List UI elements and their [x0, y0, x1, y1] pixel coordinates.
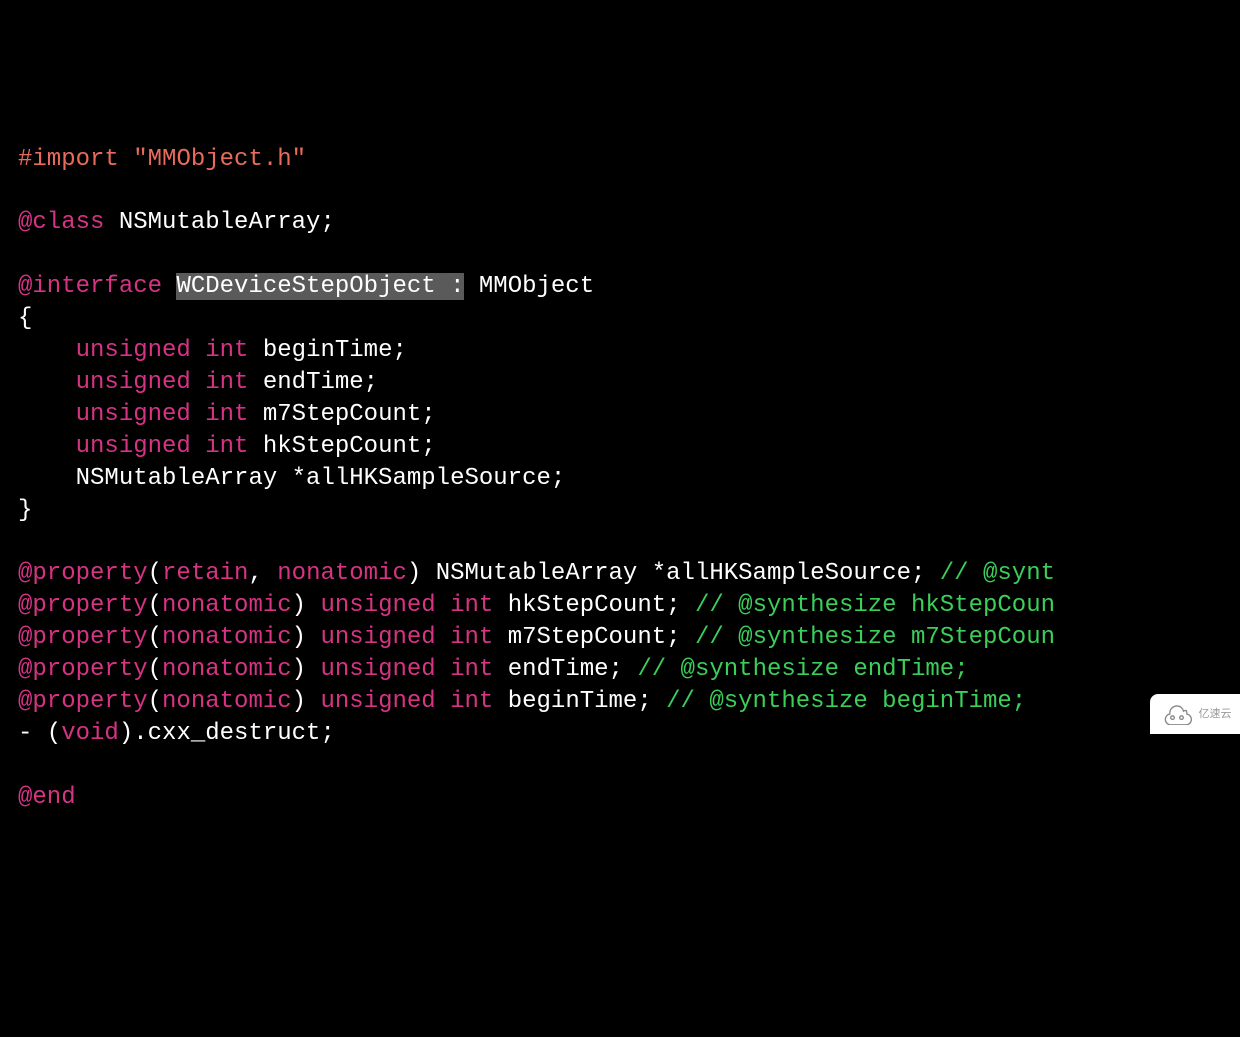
type-keyword: unsigned: [76, 433, 191, 460]
blank-line: [18, 750, 1222, 782]
text: ).cxx_destruct;: [119, 720, 335, 747]
code-line: unsigned int m7StepCount;: [18, 399, 1222, 431]
type-keyword: int: [450, 592, 493, 619]
type-keyword: int: [450, 688, 493, 715]
text: MMObject: [464, 273, 594, 300]
space: [436, 656, 450, 683]
ivar-name: hkStepCount;: [248, 433, 435, 460]
attr: nonatomic: [277, 560, 407, 587]
type-keyword: int: [450, 656, 493, 683]
import-directive: #import: [18, 146, 119, 173]
type-keyword: unsigned: [76, 401, 191, 428]
code-line: @end: [18, 782, 1222, 814]
attr: retain: [162, 560, 248, 587]
keyword: @property: [18, 560, 148, 587]
import-path: "MMObject.h": [133, 146, 306, 173]
indent: [18, 369, 76, 396]
code-line: unsigned int endTime;: [18, 367, 1222, 399]
code-line: @class NSMutableArray;: [18, 207, 1222, 239]
type-keyword: unsigned: [320, 624, 435, 651]
comment: // @synthesize m7StepCoun: [695, 624, 1055, 651]
space: [436, 688, 450, 715]
code-line: }: [18, 495, 1222, 527]
indent: [18, 401, 76, 428]
prop-decl: m7StepCount;: [493, 624, 695, 651]
paren: ): [292, 656, 321, 683]
blank-line: [18, 239, 1222, 271]
text: NSMutableArray;: [104, 209, 334, 236]
keyword: @property: [18, 688, 148, 715]
indent: [18, 337, 76, 364]
code-line: @property(nonatomic) unsigned int hkStep…: [18, 590, 1222, 622]
keyword: @interface: [18, 273, 162, 300]
attr: nonatomic: [162, 624, 292, 651]
comma: ,: [248, 560, 277, 587]
space: [162, 273, 176, 300]
type-keyword: int: [205, 337, 248, 364]
attr: nonatomic: [162, 592, 292, 619]
code-line: @property(nonatomic) unsigned int m7Step…: [18, 622, 1222, 654]
keyword: @property: [18, 592, 148, 619]
blank-line: [18, 527, 1222, 559]
watermark-text: 亿速云: [1199, 709, 1232, 720]
type-keyword: void: [61, 720, 119, 747]
type-keyword: int: [450, 624, 493, 651]
type-keyword: int: [205, 369, 248, 396]
code-line: @property(nonatomic) unsigned int endTim…: [18, 654, 1222, 686]
type-keyword: unsigned: [76, 337, 191, 364]
keyword: @property: [18, 656, 148, 683]
ivar-name: endTime;: [248, 369, 378, 396]
ivar-name: beginTime;: [248, 337, 406, 364]
comment: // @synthesize hkStepCoun: [695, 592, 1055, 619]
code-line: unsigned int hkStepCount;: [18, 431, 1222, 463]
comment: // @synt: [940, 560, 1055, 587]
type-keyword: int: [205, 433, 248, 460]
text: - (: [18, 720, 61, 747]
code-block: #import "MMObject.h" @class NSMutableArr…: [18, 144, 1222, 814]
type-keyword: unsigned: [320, 656, 435, 683]
attr: nonatomic: [162, 688, 292, 715]
attr: nonatomic: [162, 656, 292, 683]
code-line: @interface WCDeviceStepObject : MMObject: [18, 271, 1222, 303]
indent: [18, 433, 76, 460]
indent: [18, 465, 76, 492]
paren: ): [407, 560, 421, 587]
comment: // @synthesize endTime;: [637, 656, 968, 683]
type-keyword: unsigned: [320, 688, 435, 715]
prop-decl: hkStepCount;: [493, 592, 695, 619]
cloud-icon: [1159, 703, 1195, 725]
type-keyword: unsigned: [320, 592, 435, 619]
blank-line: [18, 176, 1222, 208]
paren: ): [292, 624, 321, 651]
prop-decl: endTime;: [493, 656, 637, 683]
keyword: @end: [18, 784, 76, 811]
paren: ): [292, 688, 321, 715]
keyword: @class: [18, 209, 104, 236]
type-keyword: unsigned: [76, 369, 191, 396]
paren: ): [292, 592, 321, 619]
code-line: @property(nonatomic) unsigned int beginT…: [18, 686, 1222, 718]
paren: (: [148, 592, 162, 619]
ivar-decl: NSMutableArray *allHKSampleSource;: [76, 465, 566, 492]
code-line: unsigned int beginTime;: [18, 335, 1222, 367]
paren: (: [148, 656, 162, 683]
code-line: {: [18, 303, 1222, 335]
code-line: @property(retain, nonatomic) NSMutableAr…: [18, 558, 1222, 590]
selected-text: WCDeviceStepObject :: [176, 273, 464, 300]
ivar-name: m7StepCount;: [248, 401, 435, 428]
code-line: NSMutableArray *allHKSampleSource;: [18, 463, 1222, 495]
space: [436, 592, 450, 619]
prop-decl: beginTime;: [493, 688, 666, 715]
keyword: @property: [18, 624, 148, 651]
paren: (: [148, 688, 162, 715]
space: [436, 624, 450, 651]
paren: (: [148, 560, 162, 587]
type-keyword: int: [205, 401, 248, 428]
watermark: 亿速云: [1150, 694, 1240, 734]
prop-decl: NSMutableArray *allHKSampleSource;: [421, 560, 939, 587]
code-line: #import "MMObject.h": [18, 144, 1222, 176]
paren: (: [148, 624, 162, 651]
comment: // @synthesize beginTime;: [666, 688, 1026, 715]
